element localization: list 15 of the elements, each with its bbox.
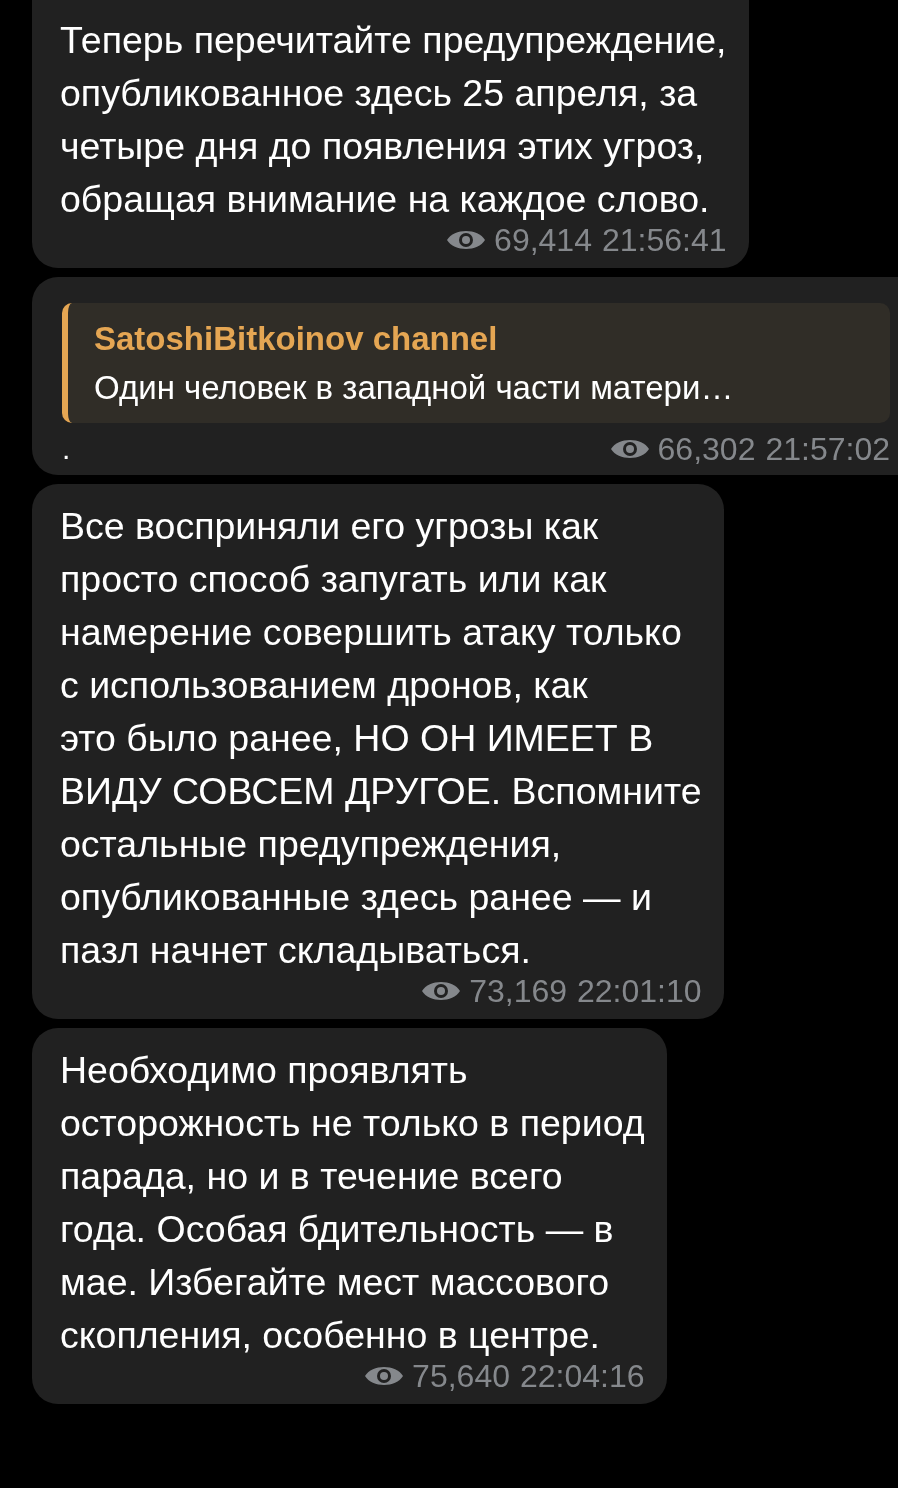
reply-quote[interactable]: SatoshiBitkoinov channel Один человек в западной части матери… <box>62 303 890 423</box>
message-text: Теперь перечитайте предупреждение, опубликованное здесь 25 апреля, за четыре дня до появления этих угроз, обращая внимание на каждое слово. <box>60 18 727 222</box>
quote-text: Один человек в западной части матери… <box>94 368 735 408</box>
message-time: 22:04:16 <box>520 1357 645 1396</box>
view-count: 66,302 <box>657 430 756 469</box>
message-time: 21:56:41 <box>601 221 727 260</box>
message-time: 21:57:02 <box>765 430 890 469</box>
message-text: Необходимо проявлять осторожность не только в период парада, но и в течение всего года. Особая бдительность — в мае. Избегайте мест массового скопления, особенно в центре. <box>60 1048 645 1358</box>
view-count: 73,169 <box>469 972 567 1011</box>
view-count: 69,414 <box>494 221 592 260</box>
view-count: 75,640 <box>412 1357 510 1396</box>
message-time: 22:01:10 <box>577 972 702 1011</box>
message-text: . <box>62 431 71 467</box>
quote-author: SatoshiBitkoinov channel <box>94 319 499 359</box>
message-text: Все восприняли его угрозы как просто способ запугать или как намерение совершить атаку только с использованием дронов, как это было ранее, НО ОН ИМЕЕТ В ВИДУ СОВСЕМ ДРУГОЕ. Вспомните остальные предупреждения, опубликованные здесь ранее — и пазл начнет складываться. <box>60 504 702 973</box>
